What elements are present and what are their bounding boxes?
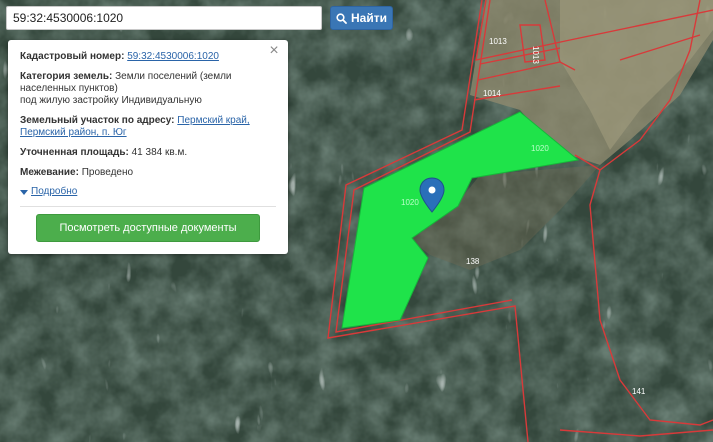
- view-documents-label: Посмотреть доступные документы: [59, 222, 237, 234]
- cadastral-number-label: Кадастровый номер:: [20, 51, 125, 62]
- address-link-locality[interactable]: Пермский район, п. Юг: [20, 127, 127, 138]
- search-button-label: Найти: [351, 11, 387, 25]
- area-value: 41 384 кв.м.: [131, 147, 188, 158]
- parcel-label-1013b: 1013: [531, 46, 540, 64]
- view-documents-button[interactable]: Посмотреть доступные документы: [36, 214, 260, 242]
- area-row: Уточненная площадь: 41 384 кв.м.: [20, 147, 276, 159]
- parcel-info-card: × Кадастровый номер: 59:32:4530006:1020 …: [8, 40, 288, 254]
- search-icon: [336, 12, 347, 24]
- address-label: Земельный участок по адресу:: [20, 115, 175, 126]
- search-button[interactable]: Найти: [330, 6, 393, 30]
- more-details-toggle[interactable]: Подробно: [20, 186, 276, 198]
- search-input[interactable]: [6, 6, 322, 30]
- parcel-label-1020a: 1020: [531, 144, 549, 153]
- more-details-link[interactable]: Подробно: [31, 186, 77, 198]
- land-category-row: Категория земель: Земли поселений (земли…: [20, 71, 276, 107]
- land-use-value: под жилую застройку Индивидуальную: [20, 95, 202, 106]
- parcel-label-141: 141: [632, 387, 646, 396]
- cadastral-number-link[interactable]: 59:32:4530006:1020: [127, 51, 219, 62]
- parcel-label-1020b: 1020: [401, 198, 419, 207]
- area-label: Уточненная площадь:: [20, 147, 129, 158]
- survey-value: Проведено: [81, 167, 134, 178]
- land-category-label: Категория земель:: [20, 71, 113, 82]
- survey-row: Межевание: Проведено: [20, 167, 276, 179]
- card-divider: [20, 206, 276, 207]
- cadastral-number-row: Кадастровый номер: 59:32:4530006:1020: [20, 51, 276, 63]
- triangle-down-icon: [20, 189, 28, 195]
- close-icon[interactable]: ×: [267, 43, 281, 59]
- address-link-region[interactable]: Пермский край,: [177, 115, 249, 126]
- address-row: Земельный участок по адресу: Пермский кр…: [20, 115, 276, 139]
- parcel-label-1014: 1014: [483, 89, 501, 98]
- parcel-label-1013a: 1013: [489, 37, 507, 46]
- survey-label: Межевание:: [20, 167, 79, 178]
- parcel-label-138: 138: [466, 257, 480, 266]
